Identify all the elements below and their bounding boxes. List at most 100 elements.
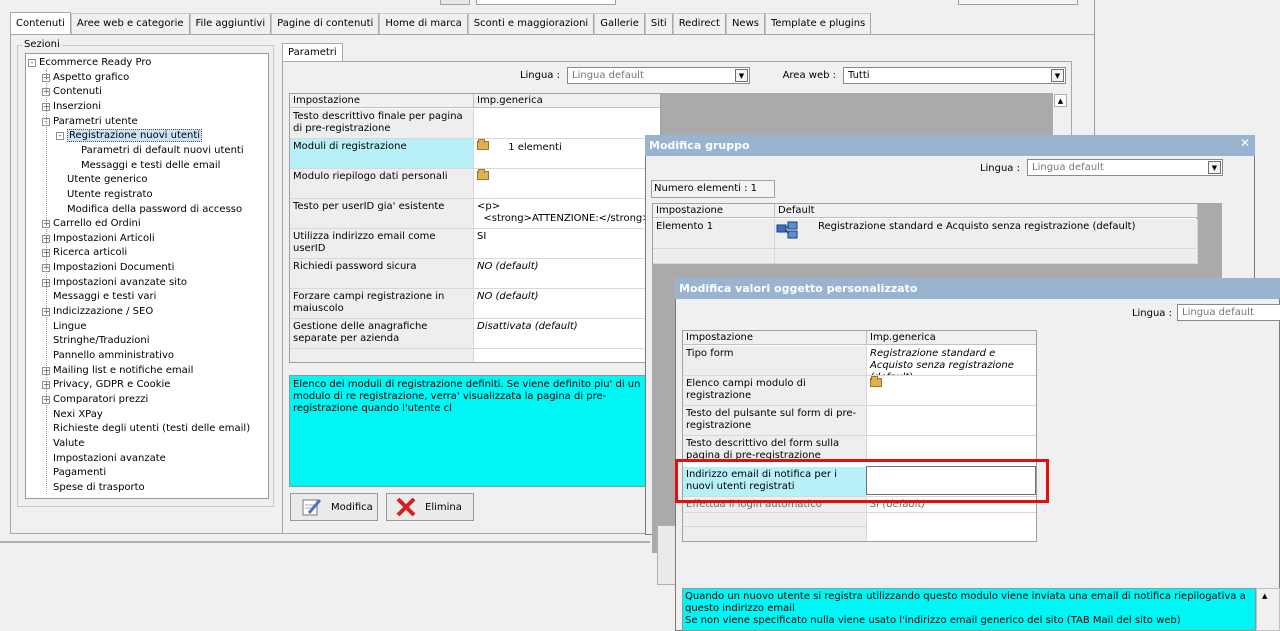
grid-row-value[interactable]: Disattivata (default) [474, 319, 660, 349]
modifica-valori-title[interactable]: Modifica valori oggetto personalizzato [675, 278, 1280, 299]
lingua-select[interactable]: Lingua default ▼ [567, 67, 750, 84]
dlg1-row-value[interactable]: Registrazione standard e Acquisto senza … [775, 219, 1198, 249]
modifica-gruppo-title[interactable]: Modifica gruppo [645, 135, 1255, 156]
scroll-up-icon[interactable]: ▲ [1262, 592, 1267, 600]
chevron-down-icon[interactable]: ▼ [1051, 69, 1064, 82]
parametri-description: Elenco dei moduli di registrazione defin… [289, 375, 661, 487]
chevron-down-icon[interactable]: ▼ [1208, 161, 1221, 174]
tree-item[interactable]: + Impostazioni Articoli [42, 232, 155, 246]
collapse-icon[interactable]: - [28, 59, 36, 67]
tree-item[interactable]: Lingue [53, 320, 87, 334]
tab-template-plugins[interactable]: Template e plugins [764, 13, 872, 34]
grid-row-value[interactable]: NO (default) [474, 259, 660, 289]
grid-row-name[interactable]: Testo descrittivo finale per pagina di p… [290, 109, 474, 139]
tree-item[interactable]: Messaggi e testi delle email [81, 159, 220, 173]
tree-item[interactable]: Stringhe/Traduzioni [53, 334, 150, 348]
dlg2-row-value[interactable] [867, 436, 1036, 460]
grid-row-value[interactable] [474, 109, 660, 139]
tab-parametri[interactable]: Parametri [282, 43, 343, 61]
dlg2-row-name[interactable]: Tipo form [683, 346, 867, 376]
dlg2-row-name[interactable]: Testo descrittivo del form sulla pagina … [683, 436, 867, 460]
tree-item[interactable]: + Impostazioni avanzate sito [42, 276, 187, 290]
tab-aree-web[interactable]: Aree web e categorie [70, 13, 190, 34]
dlg1-row-name[interactable]: Elemento 1 [653, 219, 775, 249]
tree-item-label: Impostazioni Documenti [53, 262, 175, 274]
tab-redirect[interactable]: Redirect [672, 13, 726, 34]
grid-row-value[interactable]: 1 elementi [474, 139, 660, 169]
folder-icon[interactable] [477, 139, 489, 150]
grid-row-value[interactable] [474, 169, 660, 199]
toolbar-button[interactable] [440, 0, 470, 5]
tree-item[interactable]: + Contenuti [42, 85, 102, 99]
grid-row-value[interactable]: NO (default) [474, 289, 660, 319]
grid-row-name[interactable]: Utilizza indirizzo email come userID [290, 229, 474, 259]
close-icon[interactable]: ✕ [1238, 136, 1252, 154]
tab-siti[interactable]: Siti [644, 13, 673, 34]
tab-file-aggiuntivi[interactable]: File aggiuntivi [189, 13, 272, 34]
tab-sconti[interactable]: Sconti e maggiorazioni [467, 13, 595, 34]
tree-item[interactable]: + Privacy, GDPR e Cookie [42, 378, 170, 392]
dlg2-row-value[interactable] [867, 376, 1036, 406]
tree-item-label: Comparatori prezzi [53, 393, 149, 405]
tree-item[interactable]: Valute [53, 437, 84, 451]
dlg2-row-value[interactable]: Registrazione standard e Acquisto senza … [867, 346, 1036, 376]
dlg1-hidden-button[interactable] [657, 525, 677, 585]
tree-item[interactable]: + Comparatori prezzi [42, 393, 148, 407]
tab-home-marca[interactable]: Home di marca [379, 13, 468, 34]
dlg1-grid[interactable]: Impostazione Default Elemento 1 Registra… [652, 203, 1198, 264]
tree-item[interactable]: + Indicizzazione / SEO [42, 305, 153, 319]
folder-icon[interactable] [477, 169, 489, 180]
dlg2-description-scrollbar[interactable]: ▲ [1256, 588, 1280, 631]
tree-item[interactable]: + Mailing list e notifiche email [42, 364, 193, 378]
tab-pagine-contenuti[interactable]: Pagine di contenuti [271, 13, 380, 34]
toolbar-button-right[interactable] [958, 0, 1078, 5]
dlg2-lingua-select[interactable]: Lingua default [1177, 304, 1280, 321]
tree-item[interactable]: Modifica della password di accesso [67, 203, 242, 217]
grid-row-name[interactable]: Richiedi password sicura [290, 259, 474, 289]
scroll-up-icon[interactable]: ▲ [1054, 94, 1067, 107]
tree-item-label: Impostazioni Articoli [53, 232, 155, 244]
tree-item[interactable]: + Ricerca articoli [42, 246, 127, 260]
tab-contenuti[interactable]: Contenuti [10, 12, 71, 34]
tree-item[interactable]: - Registrazione nuovi utenti [56, 129, 203, 143]
grid-row-value[interactable]: <p> <strong>ATTENZIONE:</strong> lo [474, 199, 660, 229]
dlg2-grid[interactable]: Impostazione Imp.generica Tipo form Regi… [682, 330, 1037, 542]
tree-item[interactable]: - Parametri utente [42, 115, 138, 129]
area-web-select[interactable]: Tutti ▼ [843, 67, 1066, 84]
tree-item[interactable]: Pannello amministrativo [53, 349, 174, 363]
tree-item[interactable]: Pagamenti [53, 466, 106, 480]
tree-item[interactable]: Parametri di default nuovi utenti [81, 144, 244, 158]
grid-row-value[interactable]: SI [474, 229, 660, 259]
tree-item[interactable]: + Inserzioni [42, 100, 101, 114]
collapse-icon[interactable]: - [56, 132, 64, 141]
dlg1-lingua-select[interactable]: Lingua default ▼ [1027, 159, 1223, 176]
grid-row-name-selected[interactable]: Moduli di registrazione [290, 139, 474, 169]
tab-gallerie[interactable]: Gallerie [594, 13, 645, 34]
tree-item[interactable]: Nexi XPay [53, 408, 103, 422]
tree-item[interactable]: + Carrello ed Ordini [42, 217, 141, 231]
tree-item[interactable]: + Aspetto grafico [42, 71, 129, 85]
toolbar-field[interactable] [476, 0, 616, 5]
grid-row-name[interactable]: Forzare campi registrazione in maiuscolo [290, 289, 474, 319]
modifica-button[interactable]: Modifica [290, 493, 378, 521]
tree-item[interactable]: Spese di trasporto [53, 481, 145, 495]
tree-item[interactable]: Messaggi e testi vari [53, 290, 156, 304]
tree-item[interactable]: - Ecommerce Ready Pro [28, 56, 151, 70]
grid-row-name[interactable]: Gestione delle anagrafiche separate per … [290, 319, 474, 349]
tree-item[interactable]: Impostazioni avanzate [53, 452, 166, 466]
dlg2-row-value[interactable] [867, 406, 1036, 436]
folder-icon[interactable] [870, 376, 882, 387]
grid-row-name[interactable]: Modulo riepilogo dati personali [290, 169, 474, 199]
grid-row-name[interactable]: Testo per userID gia' esistente [290, 199, 474, 229]
group-object-icon[interactable] [776, 221, 798, 239]
tab-news[interactable]: News [725, 13, 765, 34]
elimina-button[interactable]: Elimina [386, 493, 474, 521]
tree-item[interactable]: Utente registrato [67, 188, 153, 202]
dlg2-row-name[interactable]: Elenco campi modulo di registrazione [683, 376, 867, 406]
tree-item[interactable]: + Impostazioni Documenti [42, 261, 174, 275]
tree-item[interactable]: Richieste degli utenti (testi delle emai… [53, 422, 250, 436]
parametri-grid[interactable]: Impostazione Imp.generica Testo descritt… [289, 93, 661, 363]
sections-tree[interactable]: - Ecommerce Ready Pro + Aspetto grafico + Con… [25, 53, 269, 499]
dlg2-row-name[interactable]: Testo del pulsante sul form di pre-regis… [683, 406, 867, 436]
tree-item[interactable]: Utente generico [67, 173, 147, 187]
